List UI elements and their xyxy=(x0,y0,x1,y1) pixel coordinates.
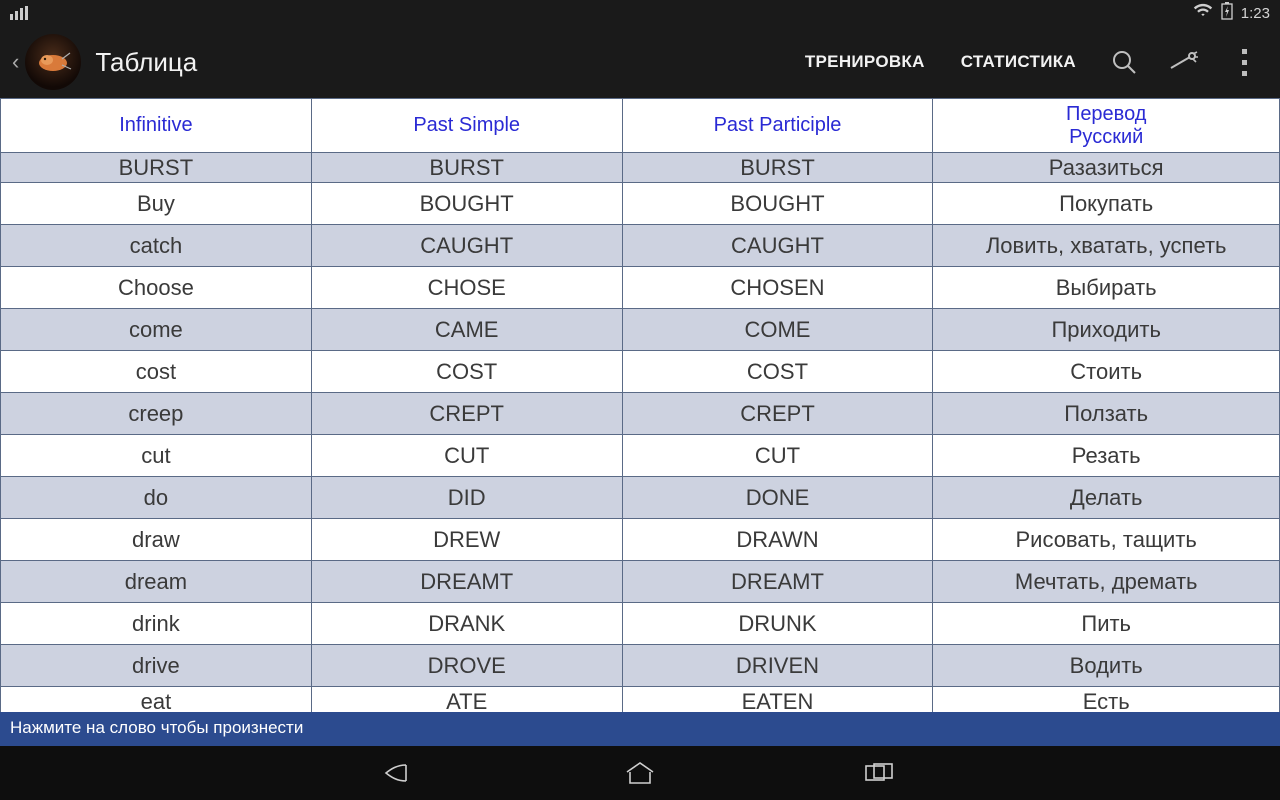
verb-cell[interactable]: CHOSE xyxy=(311,267,622,309)
verb-cell[interactable]: do xyxy=(1,477,312,519)
stats-button[interactable]: СТАТИСТИКА xyxy=(945,52,1092,72)
verb-cell[interactable]: Резать xyxy=(933,435,1280,477)
verb-cell[interactable]: Мечтать, дремать xyxy=(933,561,1280,603)
table-row: cutCUTCUTРезать xyxy=(1,435,1280,477)
status-clock: 1:23 xyxy=(1241,5,1270,22)
table-row: BuyBOUGHTBOUGHTПокупать xyxy=(1,183,1280,225)
status-bar: 1:23 xyxy=(0,0,1280,26)
verb-cell[interactable]: dream xyxy=(1,561,312,603)
table-row: catchCAUGHTCAUGHTЛовить, хватать, успеть xyxy=(1,225,1280,267)
back-chevron-icon[interactable]: ‹ xyxy=(8,49,21,75)
verb-cell[interactable]: Приходить xyxy=(933,309,1280,351)
verb-cell[interactable]: DRAWN xyxy=(622,519,933,561)
verb-cell[interactable]: cut xyxy=(1,435,312,477)
verb-cell[interactable]: BURST xyxy=(311,153,622,183)
verb-cell[interactable]: DRANK xyxy=(311,603,622,645)
verb-cell[interactable]: CUT xyxy=(311,435,622,477)
verb-cell[interactable]: Buy xyxy=(1,183,312,225)
verb-cell[interactable]: CREPT xyxy=(311,393,622,435)
verb-cell[interactable]: draw xyxy=(1,519,312,561)
verb-cell[interactable]: DREAMT xyxy=(622,561,933,603)
verb-cell[interactable]: BURST xyxy=(622,153,933,183)
verb-cell[interactable]: cost xyxy=(1,351,312,393)
verb-cell[interactable]: DROVE xyxy=(311,645,622,687)
table-row: doDIDDONEДелать xyxy=(1,477,1280,519)
verb-cell[interactable]: CHOSEN xyxy=(622,267,933,309)
verb-cell[interactable]: DID xyxy=(311,477,622,519)
verb-cell[interactable]: Делать xyxy=(933,477,1280,519)
verb-cell[interactable]: BOUGHT xyxy=(622,183,933,225)
header-past-participle[interactable]: Past Participle xyxy=(622,99,933,153)
verb-cell[interactable]: Пить xyxy=(933,603,1280,645)
table-row: comeCAMECOMEПриходить xyxy=(1,309,1280,351)
hint-bar: Нажмите на слово чтобы произнести xyxy=(0,712,1280,746)
header-past-simple[interactable]: Past Simple xyxy=(311,99,622,153)
app-icon[interactable] xyxy=(25,34,81,90)
verbs-table-container[interactable]: Infinitive Past Simple Past Participle П… xyxy=(0,98,1280,746)
verb-cell[interactable]: DRUNK xyxy=(622,603,933,645)
nav-back-button[interactable] xyxy=(370,753,430,793)
overflow-dots-icon xyxy=(1242,49,1247,76)
nav-recents-button[interactable] xyxy=(850,753,910,793)
verb-cell[interactable]: catch xyxy=(1,225,312,267)
verb-cell[interactable]: COST xyxy=(311,351,622,393)
verb-cell[interactable]: DONE xyxy=(622,477,933,519)
verb-cell[interactable]: COME xyxy=(622,309,933,351)
overflow-menu-button[interactable] xyxy=(1216,34,1272,90)
verb-cell[interactable]: CUT xyxy=(622,435,933,477)
verb-cell[interactable]: Разазиться xyxy=(933,153,1280,183)
signal-bars-icon xyxy=(10,6,28,20)
action-bar: ‹ Таблица ТРЕНИРОВКА СТАТИСТИКА xyxy=(0,26,1280,98)
verb-cell[interactable]: drink xyxy=(1,603,312,645)
verbs-table: Infinitive Past Simple Past Participle П… xyxy=(0,98,1280,717)
verb-cell[interactable]: BOUGHT xyxy=(311,183,622,225)
verb-cell[interactable]: DREW xyxy=(311,519,622,561)
verb-cell[interactable]: CAME xyxy=(311,309,622,351)
verb-cell[interactable]: DRIVEN xyxy=(622,645,933,687)
verb-cell[interactable]: come xyxy=(1,309,312,351)
table-row: costCOSTCOSTСтоить xyxy=(1,351,1280,393)
verb-cell[interactable]: Ползать xyxy=(933,393,1280,435)
verb-cell[interactable]: drive xyxy=(1,645,312,687)
verb-cell[interactable]: Выбирать xyxy=(933,267,1280,309)
table-row: creepCREPTCREPTПолзать xyxy=(1,393,1280,435)
verb-cell[interactable]: Choose xyxy=(1,267,312,309)
verb-cell[interactable]: Покупать xyxy=(933,183,1280,225)
wifi-icon xyxy=(1193,3,1213,23)
table-row: drawDREWDRAWNРисовать, тащить xyxy=(1,519,1280,561)
verb-cell[interactable]: BURST xyxy=(1,153,312,183)
verb-cell[interactable]: CREPT xyxy=(622,393,933,435)
battery-charging-icon xyxy=(1221,2,1233,24)
page-title: Таблица xyxy=(95,47,197,78)
table-row: dreamDREAMTDREAMTМечтать, дремать xyxy=(1,561,1280,603)
header-infinitive[interactable]: Infinitive xyxy=(1,99,312,153)
table-row: BURSTBURSTBURSTРазазиться xyxy=(1,153,1280,183)
verb-cell[interactable]: Ловить, хватать, успеть xyxy=(933,225,1280,267)
verb-cell[interactable]: Рисовать, тащить xyxy=(933,519,1280,561)
verb-cell[interactable]: COST xyxy=(622,351,933,393)
settings-button[interactable] xyxy=(1156,34,1212,90)
nav-home-button[interactable] xyxy=(610,753,670,793)
table-row: ChooseCHOSECHOSENВыбирать xyxy=(1,267,1280,309)
verb-cell[interactable]: CAUGHT xyxy=(622,225,933,267)
verb-cell[interactable]: CAUGHT xyxy=(311,225,622,267)
system-nav-bar xyxy=(0,746,1280,800)
verb-cell[interactable]: creep xyxy=(1,393,312,435)
table-header-row: Infinitive Past Simple Past Participle П… xyxy=(1,99,1280,153)
verb-cell[interactable]: Водить xyxy=(933,645,1280,687)
table-row: drinkDRANKDRUNKПить xyxy=(1,603,1280,645)
verb-cell[interactable]: DREAMT xyxy=(311,561,622,603)
search-button[interactable] xyxy=(1096,34,1152,90)
header-translation[interactable]: Перевод Русский xyxy=(933,99,1280,153)
table-row: driveDROVEDRIVENВодить xyxy=(1,645,1280,687)
verb-cell[interactable]: Стоить xyxy=(933,351,1280,393)
train-button[interactable]: ТРЕНИРОВКА xyxy=(789,52,941,72)
